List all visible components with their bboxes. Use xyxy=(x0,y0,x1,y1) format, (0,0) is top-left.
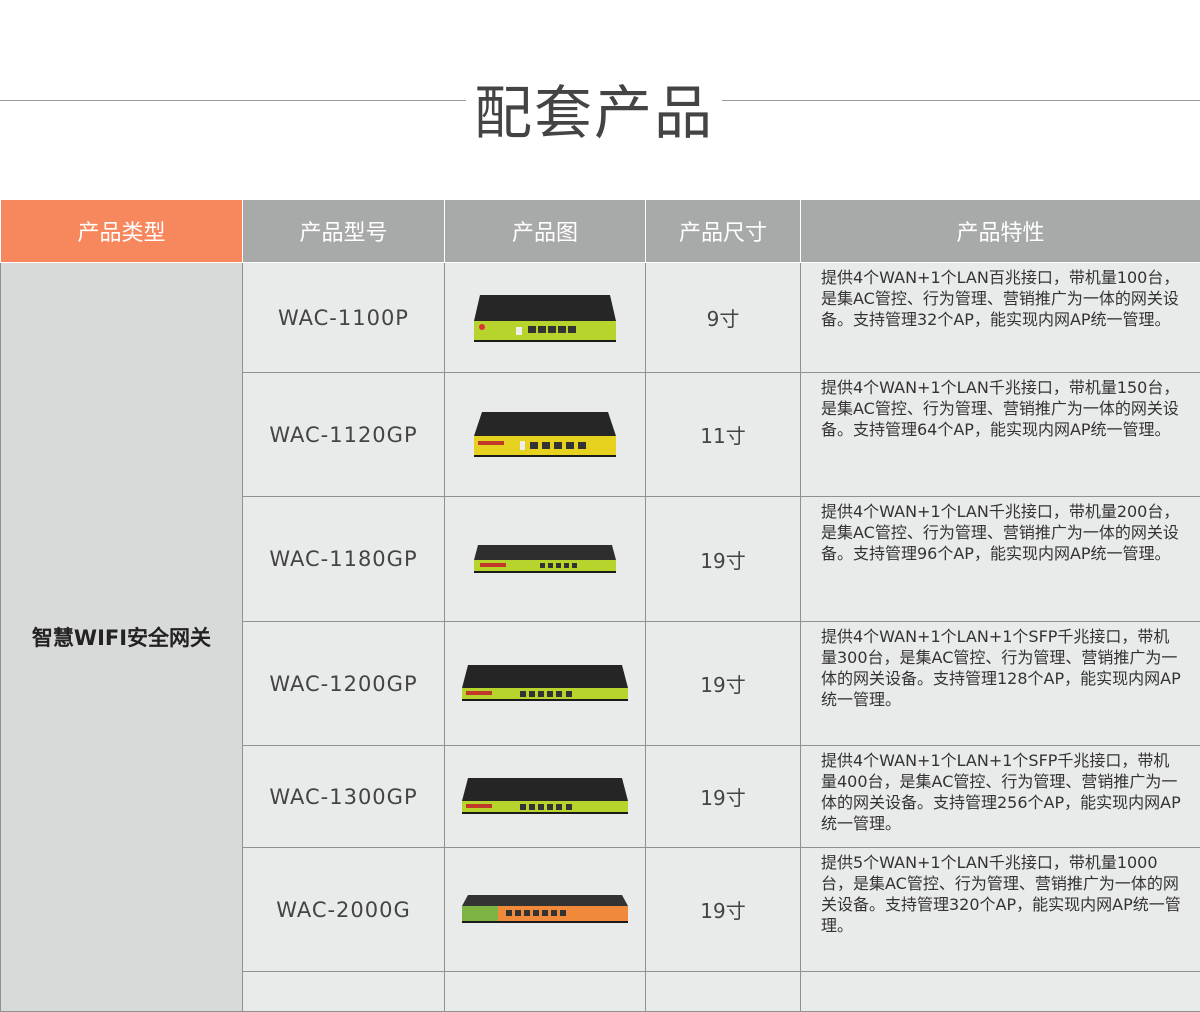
table-header-row: 产品类型 产品型号 产品图 产品尺寸 产品特性 xyxy=(1,200,1200,263)
table-row: 智慧WIFI安全网关 WAC-1100P 9寸 提供4个WAN+1个LAN百兆接… xyxy=(1,263,1200,373)
features-cell: 提供4个WAN+1个LAN+1个SFP千兆接口，带机量300台，是集AC管控、行… xyxy=(801,622,1200,746)
features-cell: 提供4个WAN+1个LAN+1个SFP千兆接口，带机量400台，是集AC管控、行… xyxy=(801,746,1200,848)
router-image xyxy=(460,775,630,819)
size-cell: 19寸 xyxy=(646,848,801,972)
model-cell: WAC-1100P xyxy=(243,263,445,373)
product-image-cell xyxy=(445,497,646,622)
size-cell-partial xyxy=(646,972,801,1012)
size-cell: 19寸 xyxy=(646,622,801,746)
header-product-model: 产品型号 xyxy=(243,200,445,263)
product-image-cell xyxy=(445,373,646,497)
header-product-features: 产品特性 xyxy=(801,200,1200,263)
model-cell-partial xyxy=(243,972,445,1012)
header-product-size: 产品尺寸 xyxy=(646,200,801,263)
model-cell: WAC-1120GP xyxy=(243,373,445,497)
section-title-bar: 配套产品 xyxy=(0,60,1200,140)
product-image-cell xyxy=(445,848,646,972)
product-image-cell xyxy=(445,746,646,848)
model-cell: WAC-1300GP xyxy=(243,746,445,848)
features-cell: 提供4个WAN+1个LAN百兆接口，带机量100台，是集AC管控、行为管理、营销… xyxy=(801,263,1200,373)
features-cell: 提供4个WAN+1个LAN千兆接口，带机量200台，是集AC管控、行为管理、营销… xyxy=(801,497,1200,622)
router-image xyxy=(470,408,620,462)
title-divider-right xyxy=(722,100,1200,101)
title-divider-left xyxy=(0,100,466,101)
router-image xyxy=(460,892,630,928)
model-cell: WAC-1180GP xyxy=(243,497,445,622)
features-cell: 提供5个WAN+1个LAN千兆接口，带机量1000台，是集AC管控、行为管理、营… xyxy=(801,848,1200,972)
header-product-image: 产品图 xyxy=(445,200,646,263)
size-cell: 19寸 xyxy=(646,746,801,848)
model-cell: WAC-1200GP xyxy=(243,622,445,746)
header-product-type: 产品类型 xyxy=(1,200,243,263)
page-title: 配套产品 xyxy=(466,66,722,150)
size-cell: 11寸 xyxy=(646,373,801,497)
size-cell: 19寸 xyxy=(646,497,801,622)
features-cell-partial xyxy=(801,972,1200,1012)
router-image xyxy=(470,542,620,576)
product-table: 产品类型 产品型号 产品图 产品尺寸 产品特性 智慧WIFI安全网关 WAC-1… xyxy=(0,199,1200,1012)
router-image xyxy=(470,291,620,345)
product-image-cell xyxy=(445,263,646,373)
product-image-cell xyxy=(445,622,646,746)
model-cell: WAC-2000G xyxy=(243,848,445,972)
router-image xyxy=(460,662,630,706)
product-image-cell-partial xyxy=(445,972,646,1012)
category-cell: 智慧WIFI安全网关 xyxy=(1,263,243,1012)
features-cell: 提供4个WAN+1个LAN千兆接口，带机量150台，是集AC管控、行为管理、营销… xyxy=(801,373,1200,497)
size-cell: 9寸 xyxy=(646,263,801,373)
